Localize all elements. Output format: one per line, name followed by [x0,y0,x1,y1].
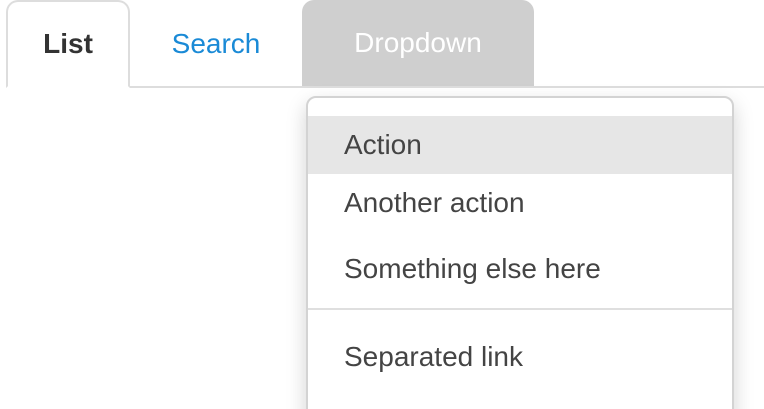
menu-item-label: Separated link [344,341,524,372]
tab-search[interactable]: Search [140,0,292,88]
menu-item-another-action[interactable]: Another action [308,174,732,240]
dropdown-menu: Action Another action Something else her… [306,96,734,409]
menu-divider [308,308,732,310]
tabs-page: List Search Dropdown Action Another acti… [0,0,764,409]
menu-item-label: Action [344,129,422,160]
menu-item-separated-link[interactable]: Separated link [308,328,732,394]
tab-list[interactable]: List [6,0,130,88]
tab-search-label: Search [171,28,261,59]
menu-item-label: Another action [344,187,525,218]
tab-dropdown-label: Dropdown [354,27,482,58]
tab-list-label: List [43,28,93,59]
tab-dropdown[interactable]: Dropdown [302,0,534,86]
menu-item-something-else[interactable]: Something else here [308,240,732,306]
menu-item-label: Something else here [344,253,601,284]
menu-item-action[interactable]: Action [308,116,732,174]
